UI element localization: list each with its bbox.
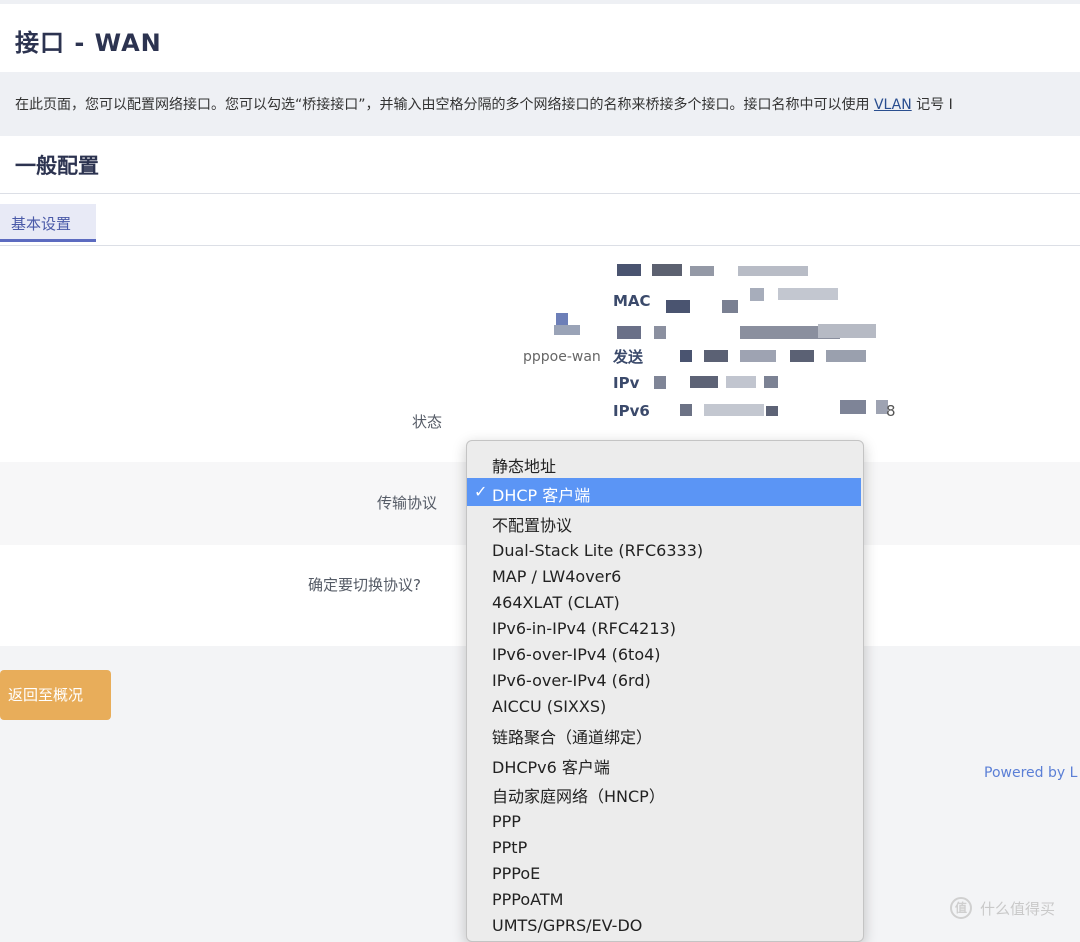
protocol-option-label: PPPoATM	[492, 890, 564, 909]
protocol-option-label: 不配置协议	[492, 516, 573, 535]
redacted-block	[654, 376, 666, 389]
protocol-option[interactable]: UMTS/GPRS/EV-DO	[467, 912, 861, 938]
redacted-block	[617, 264, 641, 276]
redacted-block	[764, 376, 778, 388]
redacted-block	[740, 350, 776, 362]
ipv6-label: IPv6	[613, 402, 650, 420]
redacted-block	[722, 300, 738, 313]
protocol-option-label: UMTS/GPRS/EV-DO	[492, 916, 643, 935]
redacted-block	[690, 266, 714, 276]
protocol-option[interactable]: 自动家庭网络（HNCP）	[467, 779, 861, 806]
protocol-option[interactable]: PPP	[467, 808, 861, 834]
protocol-option[interactable]: 不配置协议	[467, 508, 861, 535]
interface-name: pppoe-wan	[523, 349, 601, 365]
protocol-option[interactable]: 464XLAT (CLAT)	[467, 589, 861, 615]
watermark-icon: 值	[950, 897, 972, 919]
protocol-option[interactable]: MAP / LW4over6	[467, 563, 861, 589]
ipv4-label: IPv	[613, 374, 640, 392]
protocol-option[interactable]: AICCU (SIXXS)	[467, 693, 861, 719]
redacted-block	[738, 266, 808, 276]
network-icon	[556, 313, 568, 325]
protocol-option[interactable]: IPv6-over-IPv4 (6to4)	[467, 641, 861, 667]
redacted-block	[654, 326, 666, 339]
page-description: 在此页面，您可以配置网络接口。您可以勾选“桥接接口”，并输入由空格分隔的多个网络…	[15, 94, 953, 114]
protocol-option[interactable]: 静态地址	[467, 449, 861, 476]
protocol-option[interactable]: PPPoATM	[467, 886, 861, 912]
redacted-block	[840, 400, 866, 414]
protocol-option-label: PPtP	[492, 838, 528, 857]
watermark-text: 什么值得买	[980, 900, 1056, 918]
network-icon-fragment	[554, 325, 580, 335]
status-label: 状态	[412, 413, 443, 431]
section-title: 一般配置	[15, 154, 99, 178]
redacted-block	[818, 324, 876, 338]
description-text-before: 在此页面，您可以配置网络接口。您可以勾选“桥接接口”，并输入由空格分隔的多个网络…	[15, 97, 874, 113]
tab-basic-settings[interactable]: 基本设置	[0, 204, 96, 242]
protocol-option[interactable]: DHCPv6 客户端	[467, 750, 861, 777]
redacted-block	[778, 288, 838, 300]
divider	[0, 245, 1080, 246]
vlan-link[interactable]: VLAN	[874, 97, 912, 113]
redacted-block	[680, 350, 692, 362]
protocol-option-label: DHCPv6 客户端	[492, 758, 610, 777]
back-to-overview-label: 返回至概况	[8, 687, 84, 704]
protocol-option-label: Dual-Stack Lite (RFC6333)	[492, 541, 704, 560]
redacted-block	[666, 300, 690, 313]
redacted-block	[750, 288, 764, 301]
protocol-label: 传输协议	[377, 494, 438, 512]
back-to-overview-button[interactable]: 返回至概况	[0, 670, 111, 720]
protocol-dropdown-list[interactable]: 静态地址 ✓ DHCP 客户端 不配置协议 Dual-Stack Lite (RF…	[466, 440, 864, 942]
description-bar: 在此页面，您可以配置网络接口。您可以勾选“桥接接口”，并输入由空格分隔的多个网络…	[0, 72, 1080, 136]
protocol-option-label: 链路聚合（通道绑定）	[492, 728, 653, 747]
protocol-option[interactable]: IPv6-over-IPv4 (6rd)	[467, 667, 861, 693]
tab-basic-settings-label: 基本设置	[11, 215, 72, 233]
divider	[0, 193, 1080, 194]
protocol-option-label: 464XLAT (CLAT)	[492, 593, 620, 612]
mac-label: MAC	[613, 292, 651, 310]
protocol-option-label: IPv6-in-IPv4 (RFC4213)	[492, 619, 676, 638]
redacted-block	[766, 406, 778, 416]
protocol-option[interactable]: 链路聚合（通道绑定）	[467, 720, 861, 747]
redacted-block	[680, 404, 692, 416]
protocol-option[interactable]: IPv6-in-IPv4 (RFC4213)	[467, 615, 861, 641]
protocol-option-label: IPv6-over-IPv4 (6to4)	[492, 645, 661, 664]
protocol-option-label: IPv6-over-IPv4 (6rd)	[492, 671, 651, 690]
redacted-block	[790, 350, 814, 362]
ipv6-fragment: 8	[886, 402, 896, 420]
protocol-option-label: 静态地址	[492, 457, 557, 476]
protocol-option-label: PPP	[492, 812, 521, 831]
redacted-block	[826, 350, 866, 362]
protocol-option[interactable]: PPPoE	[467, 860, 861, 886]
page-title: 接口 - WAN	[15, 29, 162, 57]
protocol-option-label: DHCP 客户端	[492, 486, 591, 505]
redacted-block	[704, 404, 764, 416]
protocol-option-label: 自动家庭网络（HNCP）	[492, 787, 665, 806]
redacted-block	[617, 326, 641, 339]
protocol-option[interactable]: Dual-Stack Lite (RFC6333)	[467, 537, 861, 563]
protocol-option-selected[interactable]: ✓ DHCP 客户端	[467, 478, 861, 506]
redacted-block	[726, 376, 756, 388]
protocol-option[interactable]: PPtP	[467, 834, 861, 860]
protocol-option-label: MAP / LW4over6	[492, 567, 622, 586]
confirm-switch-label: 确定要切换协议?	[308, 576, 421, 594]
protocol-option-label: PPPoE	[492, 864, 541, 883]
check-icon: ✓	[474, 482, 488, 501]
description-text-after: 记号 I	[911, 97, 953, 113]
redacted-block	[704, 350, 728, 362]
tx-label: 发送	[613, 348, 644, 366]
redacted-block	[652, 264, 682, 276]
protocol-option-label: AICCU (SIXXS)	[492, 697, 607, 716]
powered-by-link[interactable]: Powered by L	[984, 765, 1077, 781]
page-header: 接口 - WAN	[0, 4, 1080, 72]
redacted-block	[690, 376, 718, 388]
